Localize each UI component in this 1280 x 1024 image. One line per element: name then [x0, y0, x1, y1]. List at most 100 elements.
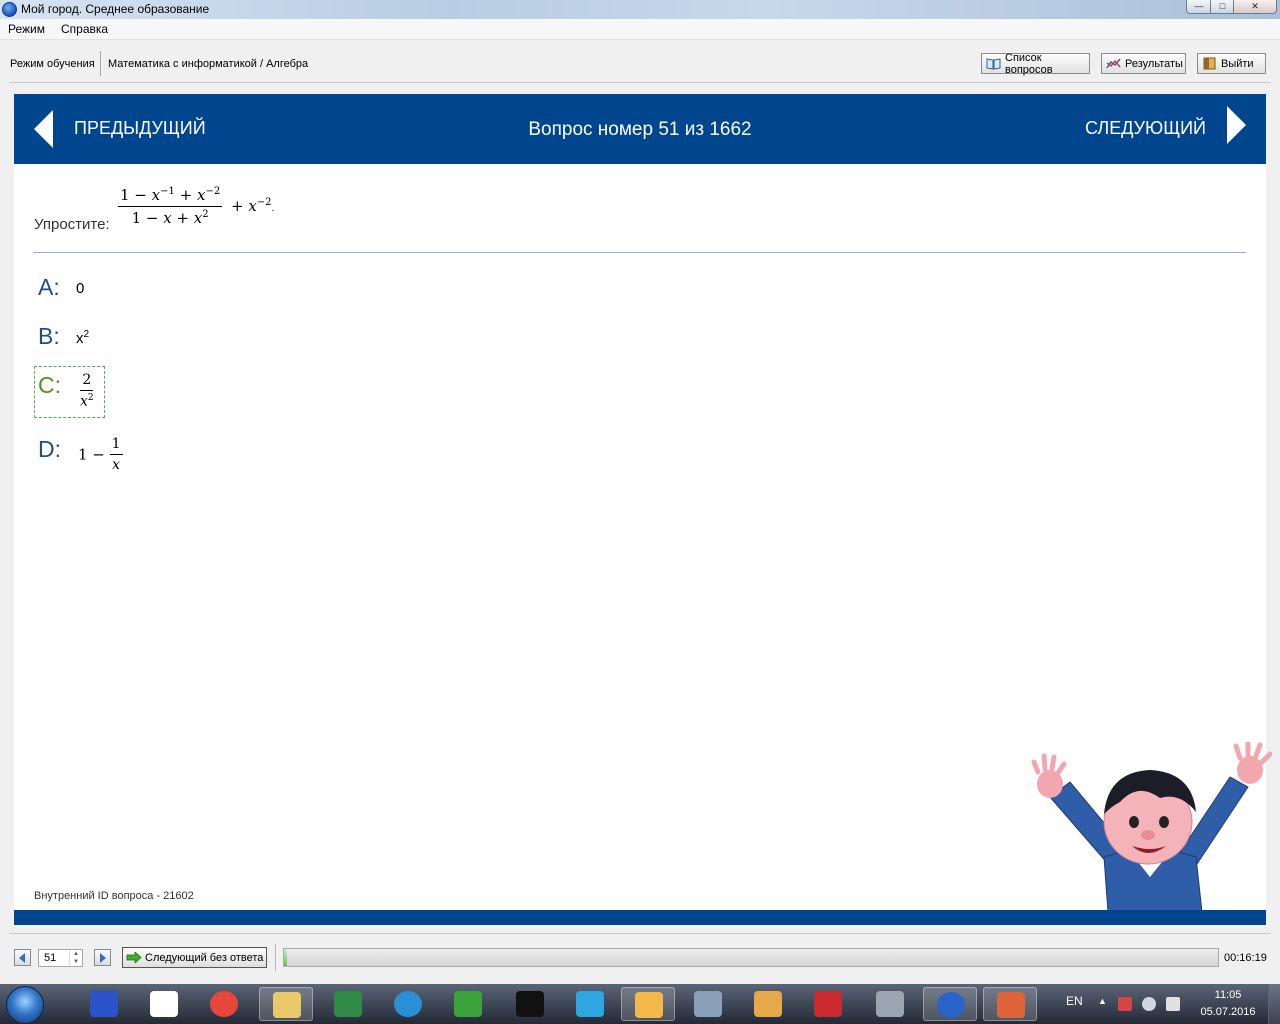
answer-d-letter: D: — [38, 436, 61, 462]
spinner-arrows-icon[interactable]: ▲ ▼ — [69, 950, 82, 966]
bottom-divider — [10, 933, 1270, 934]
telegram-icon — [576, 991, 604, 1017]
globe-icon — [394, 991, 422, 1017]
question-panel: ПРЕДЫДУЩИЙ Вопрос номер 51 из 1662 СЛЕДУ… — [14, 94, 1272, 925]
results-button[interactable]: Результаты — [1101, 53, 1186, 74]
taskbar-app-calculator[interactable] — [863, 987, 917, 1021]
start-button[interactable] — [6, 986, 44, 1024]
utorrent-icon — [454, 991, 482, 1017]
volume-icon — [997, 992, 1025, 1018]
question-formula: 1 − x−1 + x−2 1 − x + x2 + x−2. — [118, 186, 274, 227]
taskbar-app-chrome[interactable] — [197, 987, 251, 1021]
camera-icon — [694, 991, 722, 1017]
windows-taskbar: EN ▲ 11:05 05.07.2016 — [0, 984, 1280, 1024]
prev-small-button[interactable] — [14, 949, 31, 966]
volume-tray-icon[interactable] — [1142, 997, 1156, 1011]
show-desktop-button[interactable] — [1268, 984, 1280, 1024]
book-icon — [986, 58, 1001, 70]
answer-b-text: x2 — [76, 329, 90, 347]
taskbar-app-cmd[interactable] — [503, 987, 557, 1021]
panel-footer-bar — [14, 910, 1266, 925]
exit-label: Выйти — [1221, 57, 1254, 70]
taskbar-app-utorrent[interactable] — [441, 987, 495, 1021]
taskbar-app-book[interactable] — [801, 987, 855, 1021]
question-divider — [33, 252, 1246, 253]
answer-c-letter: C: — [38, 372, 61, 398]
question-list-label: Список вопросов — [1005, 51, 1053, 76]
results-label: Результаты — [1125, 57, 1183, 70]
question-list-button[interactable]: Список вопросов — [981, 51, 1090, 76]
door-icon — [1203, 57, 1216, 70]
paint-icon — [754, 991, 782, 1017]
window-title: Мой город. Среднее образование — [21, 2, 210, 16]
winamp-icon — [635, 992, 663, 1018]
close-button[interactable]: ✕ — [1233, 0, 1277, 14]
progress-fill — [284, 949, 287, 966]
answer-b-letter: B: — [38, 323, 60, 349]
menu-mode[interactable]: Режим — [8, 22, 45, 36]
clock-date[interactable]: 05.07.2016 — [1198, 1006, 1258, 1018]
answer-d-formula: 1 − 1 x — [78, 436, 123, 473]
question-counter: Вопрос номер 51 из 1662 — [528, 119, 752, 140]
skip-question-button[interactable]: Следующий без ответа — [122, 947, 267, 968]
cmd-icon — [516, 991, 544, 1017]
question-text: Упростите: 1 − x−1 + x−2 1 − x + x2 + x−… — [34, 186, 734, 238]
skip-question-label: Следующий без ответа — [145, 951, 264, 964]
mode-toolbar: Режим обучения Математика с информатикой… — [0, 40, 1280, 86]
taskbar-app-volume[interactable] — [983, 987, 1037, 1021]
chrome-icon — [210, 991, 238, 1017]
tray-expand-icon[interactable]: ▲ — [1098, 996, 1107, 1006]
minimize-button[interactable]: — — [1186, 0, 1212, 14]
taskbar-app-paint[interactable] — [741, 987, 795, 1021]
exit-button[interactable]: Выйти — [1197, 53, 1266, 74]
network-icon[interactable] — [1118, 997, 1132, 1011]
calculator-icon — [876, 991, 904, 1017]
language-indicator[interactable]: EN — [1066, 994, 1083, 1008]
question-number-value: 51 — [44, 952, 57, 964]
flag-icon[interactable] — [1166, 997, 1180, 1011]
taskbar-app-moy-gorod[interactable] — [923, 987, 977, 1021]
answer-a-text: 0 — [76, 280, 85, 297]
toolbar-divider — [10, 82, 1270, 83]
menu-bar: Режим Справка — [0, 19, 1280, 40]
monitor-icon — [334, 991, 362, 1017]
taskbar-app-camera[interactable] — [681, 987, 735, 1021]
taskbar-app-monitor[interactable] — [321, 987, 375, 1021]
d-app-icon — [150, 991, 178, 1017]
taskbar-app-telegram[interactable] — [563, 987, 617, 1021]
explorer-icon — [273, 992, 301, 1018]
next-arrow-icon[interactable] — [1227, 106, 1246, 144]
bottom-separator — [275, 944, 276, 971]
question-number-spinner[interactable]: 51 ▲ ▼ — [38, 949, 83, 967]
internal-question-id: Внутренний ID вопроса - 21602 — [34, 890, 194, 902]
book-icon — [814, 991, 842, 1017]
save-app-icon — [90, 991, 118, 1017]
formula-denominator: 1 − x + x2 — [131, 209, 209, 227]
answer-c-formula: 2 x2 — [80, 372, 94, 410]
subject-breadcrumb: Математика с информатикой / Алгебра — [108, 58, 309, 70]
taskbar-app-explorer[interactable] — [259, 987, 313, 1021]
taskbar-app-winamp[interactable] — [621, 987, 675, 1021]
answer-a-letter: A: — [38, 274, 60, 300]
toolbar-separator — [100, 51, 101, 76]
mode-label: Режим обучения — [10, 58, 95, 70]
taskbar-app-save-app[interactable] — [77, 987, 131, 1021]
left-arrow-icon — [19, 953, 25, 963]
mascot-illustration — [1031, 742, 1272, 912]
app-icon — [2, 2, 17, 17]
question-navigation-bar: ПРЕДЫДУЩИЙ Вопрос номер 51 из 1662 СЛЕДУ… — [14, 94, 1266, 164]
right-arrow-icon — [100, 953, 106, 963]
question-label: Упростите: — [34, 216, 110, 233]
taskbar-app-globe[interactable] — [381, 987, 435, 1021]
next-question-button[interactable]: СЛЕДУЮЩИЙ — [1085, 118, 1206, 139]
clock-time[interactable]: 11:05 — [1198, 989, 1258, 1001]
moy-gorod-icon — [937, 992, 965, 1018]
maximize-button[interactable]: □ — [1210, 0, 1235, 14]
next-small-button[interactable] — [94, 949, 111, 966]
elapsed-timer: 00:16:19 — [1224, 952, 1267, 964]
menu-help[interactable]: Справка — [61, 22, 108, 36]
formula-tail: + x−2. — [230, 196, 275, 215]
taskbar-app-d-app[interactable] — [137, 987, 191, 1021]
window-title-bar[interactable]: Мой город. Среднее образование — □ ✕ — [0, 0, 1280, 19]
green-arrow-icon — [126, 952, 142, 963]
